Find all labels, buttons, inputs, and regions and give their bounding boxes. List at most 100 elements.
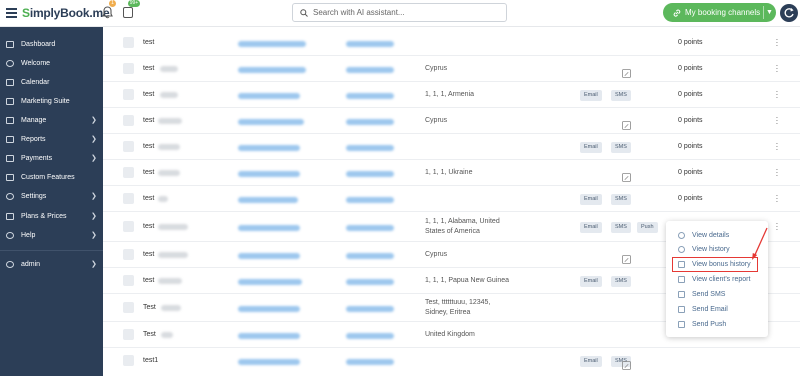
- tag-icon: [6, 213, 14, 220]
- sidebar-item-payments[interactable]: Payments ❯: [0, 149, 103, 168]
- redacted-email: [238, 359, 300, 365]
- sidebar-item-dashboard[interactable]: Dashboard: [0, 35, 103, 54]
- menu-icon[interactable]: [6, 8, 17, 18]
- client-name: test: [143, 117, 155, 124]
- more-icon[interactable]: · · ·: [775, 114, 779, 128]
- sidebar-item-calendar[interactable]: Calendar: [0, 73, 103, 92]
- row-checkbox[interactable]: [123, 37, 134, 48]
- sidebar-item-settings[interactable]: Settings ❯: [0, 187, 103, 206]
- table-row[interactable]: test 1, 1, 1, Armenia Email SMS 0 points…: [103, 82, 800, 108]
- sidebar-item-marketing-suite[interactable]: Marketing Suite: [0, 92, 103, 111]
- edit-icon[interactable]: [622, 117, 631, 130]
- menu-item-send-push[interactable]: Send Push: [666, 317, 768, 332]
- client-name: test: [143, 195, 155, 202]
- menu-item-send-email[interactable]: Send Email: [666, 302, 768, 317]
- avatar[interactable]: [780, 4, 798, 22]
- row-checkbox[interactable]: [123, 302, 134, 313]
- redacted-phone: [346, 333, 394, 339]
- puzzle-icon: [6, 174, 14, 181]
- sidebar-item-custom-features[interactable]: Custom Features: [0, 168, 103, 187]
- client-address: 1, 1, 1, Ukraine: [425, 169, 473, 176]
- redacted-email: [238, 145, 300, 151]
- points-value: 0 points: [678, 195, 703, 202]
- redacted-phone: [346, 171, 394, 177]
- edit-icon[interactable]: [622, 251, 631, 264]
- chevron-right-icon: ❯: [91, 117, 97, 124]
- table-row[interactable]: test 1, 1, 1, Ukraine 0 points · · ·: [103, 160, 800, 186]
- booking-channels-button[interactable]: My booking channels ▼: [663, 3, 776, 22]
- more-icon[interactable]: · · ·: [775, 36, 779, 50]
- client-name: test: [143, 91, 155, 98]
- tasks-icon[interactable]: [123, 7, 133, 18]
- tasks-badge: 99+: [128, 0, 140, 7]
- sidebar-item-admin[interactable]: admin ❯: [0, 255, 103, 274]
- edit-icon[interactable]: [622, 357, 631, 370]
- redacted-phone: [346, 253, 394, 259]
- edit-icon[interactable]: [622, 169, 631, 182]
- table-row[interactable]: test Cyprus 0 points · · ·: [103, 108, 800, 134]
- row-checkbox[interactable]: [123, 193, 134, 204]
- redacted-phone: [346, 279, 394, 285]
- chevron-right-icon: ❯: [91, 232, 97, 239]
- more-icon[interactable]: · · ·: [775, 166, 779, 180]
- sidebar-item-manage[interactable]: Manage ❯: [0, 111, 103, 130]
- more-icon[interactable]: · · ·: [775, 88, 779, 102]
- calendar-icon: [6, 79, 14, 86]
- tag-push: Push: [637, 222, 658, 233]
- sms-icon: [678, 291, 685, 298]
- row-checkbox[interactable]: [123, 167, 134, 178]
- row-checkbox[interactable]: [123, 115, 134, 126]
- row-checkbox[interactable]: [123, 275, 134, 286]
- table-row[interactable]: test Cyprus 0 points · · ·: [103, 56, 800, 82]
- tag-sms: SMS: [611, 222, 631, 233]
- client-address: 1, 1, 1, Alabama, United States of Ameri…: [425, 218, 500, 235]
- more-icon[interactable]: · · ·: [775, 62, 779, 76]
- row-checkbox[interactable]: [123, 221, 134, 232]
- row-checkbox[interactable]: [123, 141, 134, 152]
- sidebar-item-help[interactable]: Help ❯: [0, 226, 103, 245]
- push-icon: [678, 321, 685, 328]
- top-bar: SimplyBook.me 1 99+ Search with AI assis…: [0, 0, 800, 27]
- more-icon[interactable]: · · ·: [775, 220, 779, 234]
- more-icon[interactable]: · · ·: [775, 140, 779, 154]
- row-checkbox[interactable]: [123, 89, 134, 100]
- redacted-surname: [158, 278, 182, 284]
- redacted-surname: [158, 170, 180, 176]
- tag-email: Email: [580, 142, 602, 153]
- client-name: test: [143, 277, 155, 284]
- row-checkbox[interactable]: [123, 249, 134, 260]
- tag-email: Email: [580, 194, 602, 205]
- row-checkbox[interactable]: [123, 355, 134, 366]
- table-row[interactable]: test1 Email SMS: [103, 348, 800, 376]
- redacted-phone: [346, 93, 394, 99]
- more-icon[interactable]: · · ·: [775, 192, 779, 206]
- tag-sms: SMS: [611, 276, 631, 287]
- table-row[interactable]: test Email SMS 0 points · · ·: [103, 186, 800, 212]
- menu-item-view-client-report[interactable]: View client's report: [666, 272, 768, 287]
- report-icon: [678, 276, 685, 283]
- notification-badge: 1: [109, 0, 116, 7]
- client-name: test: [143, 251, 155, 258]
- search-input[interactable]: Search with AI assistant...: [292, 3, 507, 22]
- redacted-email: [238, 225, 300, 231]
- card-icon: [6, 155, 14, 162]
- redacted-surname: [158, 224, 188, 230]
- logo[interactable]: SimplyBook.me: [22, 6, 110, 20]
- menu-item-send-sms[interactable]: Send SMS: [666, 287, 768, 302]
- sidebar-item-plans-prices[interactable]: Plans & Prices ❯: [0, 207, 103, 226]
- client-name: test: [143, 169, 155, 176]
- history-icon: [678, 246, 685, 253]
- table-row[interactable]: test Email SMS 0 points · · ·: [103, 134, 800, 160]
- sidebar-item-reports[interactable]: Reports ❯: [0, 130, 103, 149]
- chevron-right-icon: ❯: [91, 213, 97, 220]
- points-value: 0 points: [678, 91, 703, 98]
- link-icon: [673, 9, 681, 17]
- chevron-down-icon[interactable]: ▼: [766, 3, 773, 22]
- bell-icon[interactable]: [102, 6, 113, 19]
- row-checkbox[interactable]: [123, 329, 134, 340]
- edit-icon[interactable]: [622, 65, 631, 78]
- sidebar-item-welcome[interactable]: Welcome: [0, 54, 103, 73]
- client-address: United Kingdom: [425, 331, 475, 338]
- table-row[interactable]: test 0 points · · ·: [103, 30, 800, 56]
- row-checkbox[interactable]: [123, 63, 134, 74]
